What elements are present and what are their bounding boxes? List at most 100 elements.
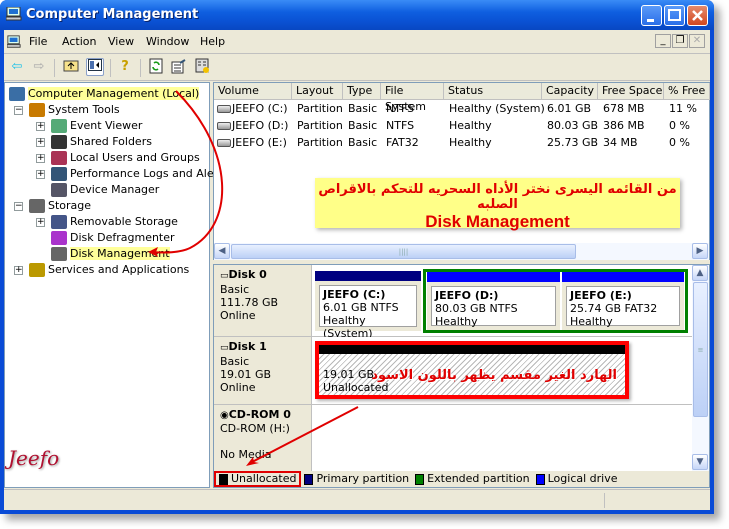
table-cell: NTFS — [386, 102, 415, 115]
table-cell: Basic — [348, 119, 378, 132]
maximize-button[interactable] — [664, 5, 685, 26]
tree-item-event-viewer[interactable]: Event Viewer — [51, 118, 142, 134]
column-header-capacity[interactable]: Capacity — [542, 83, 598, 100]
up-one-level-button[interactable] — [62, 58, 80, 76]
legend-swatch — [535, 473, 545, 485]
collapse-icon[interactable]: − — [14, 202, 23, 211]
menu-window[interactable]: Window — [146, 35, 189, 48]
tree-item-performance-logs-and-alerts[interactable]: Performance Logs and Alerts — [51, 166, 228, 182]
table-cell: 11 % — [669, 102, 697, 115]
title-bar[interactable]: Computer Management — [0, 0, 714, 30]
disk-state: Online — [220, 381, 256, 394]
partition-e[interactable]: JEEFO (E:) 25.74 GB FAT32 Healthy — [562, 272, 684, 330]
tree-item-removable-storage[interactable]: Removable Storage — [51, 214, 178, 230]
scroll-up-button[interactable]: ▲ — [692, 265, 708, 281]
unallocated-space[interactable]: 19.01 GB Unallocated الهارد الغير مقسم ي… — [315, 341, 629, 399]
refresh-button[interactable] — [147, 58, 165, 76]
tree-item-storage[interactable]: Storage — [29, 198, 91, 214]
primary-partition-bar — [315, 271, 421, 281]
table-cell-wrapper: Healthy — [449, 118, 492, 134]
tree-item-label: Computer Management (Local) — [28, 87, 200, 100]
chevron-down-icon: ▼ — [696, 457, 704, 467]
disk-info[interactable]: ▭Disk 1 Basic 19.01 GB Online — [214, 337, 312, 404]
forward-button[interactable]: ⇨ — [30, 58, 48, 76]
show-hide-tree-button[interactable] — [86, 58, 104, 76]
expand-icon[interactable]: + — [36, 170, 45, 179]
table-cell-wrapper: 80.03 GB — [547, 118, 598, 134]
tree-item-system-tools[interactable]: System Tools — [29, 102, 120, 118]
table-cell-wrapper: Healthy — [449, 135, 492, 151]
partition-c[interactable]: JEEFO (C:) 6.01 GB NTFS Healthy (System) — [315, 271, 421, 340]
partition-d[interactable]: JEEFO (D:) 80.03 GB NTFS Healthy — [427, 272, 560, 330]
tree-item-shared-folders[interactable]: Shared Folders — [51, 134, 152, 150]
menu-action[interactable]: Action — [62, 35, 96, 48]
scroll-thumb[interactable]: ≡ — [693, 282, 708, 417]
mdi-minimize-button[interactable]: _ — [655, 34, 671, 48]
computer-icon — [6, 7, 22, 21]
help-icon: ? — [121, 59, 129, 74]
scroll-right-button[interactable]: ▶ — [692, 243, 708, 259]
column-header-status[interactable]: Status — [444, 83, 542, 100]
expand-icon[interactable]: + — [36, 122, 45, 131]
annotation-english-text: Disk Management — [425, 212, 570, 231]
column-header-free-space[interactable]: Free Space — [598, 83, 664, 100]
event-viewer-icon — [51, 119, 67, 133]
tree-item-label: System Tools — [48, 103, 120, 116]
minimize-icon — [647, 19, 654, 22]
partition-box: JEEFO (D:) 80.03 GB NTFS Healthy — [431, 286, 556, 328]
disk-info[interactable]: ◉CD-ROM 0 CD-ROM (H:) No Media — [214, 405, 312, 471]
legend-item-unallocated: Unallocated — [214, 471, 302, 487]
performance-icon — [51, 167, 67, 181]
expand-icon[interactable]: + — [36, 154, 45, 163]
expand-icon[interactable]: + — [14, 266, 23, 275]
mdi-close-button[interactable]: ✕ — [689, 34, 705, 48]
tree-item-computer-management-local[interactable]: Computer Management (Local) — [9, 86, 200, 102]
column-header-file-system[interactable]: File System — [381, 83, 444, 113]
disk-info[interactable]: ▭Disk 0 Basic 111.78 GB Online — [214, 265, 312, 336]
column-header-type[interactable]: Type — [343, 83, 381, 100]
column-header--free[interactable]: % Free — [664, 83, 710, 100]
column-header-volume[interactable]: Volume — [214, 83, 292, 100]
expand-icon[interactable]: + — [36, 138, 45, 147]
properties-button[interactable] — [194, 58, 212, 76]
help-button[interactable]: ? — [116, 58, 134, 76]
vertical-scrollbar[interactable]: ▲ ≡ ▼ — [692, 265, 709, 471]
volume-drive-icon — [217, 139, 231, 147]
horizontal-scrollbar[interactable]: ◀ |||| ▶ — [214, 243, 709, 260]
menu-help[interactable]: Help — [200, 35, 225, 48]
tree-item-local-users-and-groups[interactable]: Local Users and Groups — [51, 150, 200, 166]
scroll-down-button[interactable]: ▼ — [692, 454, 708, 470]
chevron-left-icon: ◀ — [218, 246, 226, 256]
disk-type: Basic — [220, 355, 250, 368]
computer-icon — [7, 35, 21, 48]
volume-list: Volume Layout Type File System Status Capacit… — [213, 82, 710, 260]
disk-size: 19.01 GB — [220, 368, 272, 381]
tree-item-services-and-applications[interactable]: Services and Applications — [29, 262, 189, 278]
tree-item-label: Disk Management — [70, 247, 170, 260]
close-button[interactable] — [687, 5, 708, 26]
table-cell: JEEFO (C:) — [232, 102, 288, 115]
scroll-left-button[interactable]: ◀ — [214, 243, 230, 259]
menu-file[interactable]: File — [29, 35, 47, 48]
table-cell-wrapper: 6.01 GB — [547, 101, 591, 117]
device-manager-icon — [51, 183, 67, 197]
disk-type: CD-ROM (H:) — [220, 422, 290, 435]
expand-icon[interactable]: + — [36, 218, 45, 227]
menu-bar: File Action View Window Help _ ❐ ✕ — [4, 30, 710, 54]
collapse-icon[interactable]: − — [14, 106, 23, 115]
users-icon — [51, 151, 67, 165]
tree-item-disk-defragmenter[interactable]: Disk Defragmenter — [51, 230, 175, 246]
export-list-button[interactable] — [170, 58, 188, 76]
mdi-restore-button[interactable]: ❐ — [672, 34, 688, 48]
minimize-button[interactable] — [641, 5, 662, 26]
legend-swatch — [415, 473, 425, 485]
tools-icon — [29, 103, 45, 117]
tree-item-device-manager[interactable]: Device Manager — [51, 182, 159, 198]
column-header-layout[interactable]: Layout — [292, 83, 343, 100]
volume-drive-icon — [217, 105, 231, 113]
scroll-thumb[interactable]: |||| — [231, 244, 576, 259]
tree-item-label: Performance Logs and Alerts — [70, 167, 229, 180]
back-button[interactable]: ⇦ — [8, 58, 26, 76]
tree-item-disk-management[interactable]: Disk Management — [51, 246, 170, 262]
menu-view[interactable]: View — [108, 35, 134, 48]
